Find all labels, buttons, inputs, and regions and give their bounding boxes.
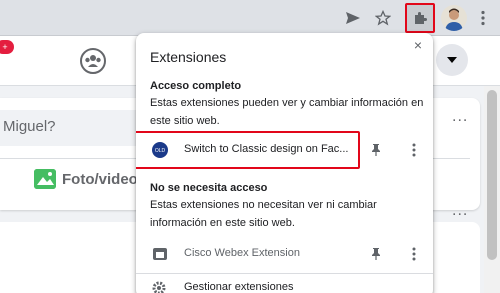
groups-icon[interactable] (79, 47, 107, 75)
send-icon[interactable] (341, 6, 365, 30)
manage-extensions-row[interactable]: Gestionar extensiones (136, 277, 433, 293)
no-access-description: Estas extensiones no necesitan ver ni ca… (150, 199, 377, 229)
pin-icon[interactable] (368, 246, 384, 262)
manage-extensions-label: Gestionar extensiones (184, 281, 294, 293)
caret-down-icon (447, 57, 457, 63)
extension-name: Cisco Webex Extension (184, 247, 300, 259)
highlight-box (136, 131, 360, 169)
account-menu-button[interactable] (436, 44, 468, 76)
close-icon[interactable]: × (408, 35, 428, 55)
browser-toolbar (0, 0, 500, 36)
bookmark-star-icon[interactable] (371, 6, 395, 30)
gear-icon (152, 281, 166, 293)
extensions-popup: Extensiones × Acceso completo Estas exte… (136, 33, 433, 293)
extension-row-webex[interactable]: Cisco Webex Extension (136, 235, 433, 273)
extensions-puzzle-icon[interactable] (405, 3, 435, 33)
photo-video-label[interactable]: Foto/video (62, 171, 138, 188)
composer-placeholder: Miguel? (3, 118, 56, 135)
no-access-heading: No se necesita acceso (150, 182, 268, 194)
pin-icon[interactable] (368, 142, 384, 158)
photo-video-icon[interactable] (34, 169, 56, 189)
chrome-menu-icon[interactable] (471, 6, 495, 30)
extension-more-icon[interactable] (404, 140, 424, 160)
scrollbar-thumb[interactable] (487, 90, 497, 260)
popup-divider (136, 273, 433, 274)
full-access-heading: Acceso completo (150, 80, 242, 92)
more-options-icon[interactable]: ... (452, 202, 468, 220)
extension-more-icon[interactable] (404, 244, 424, 264)
more-options-icon[interactable]: ... (452, 108, 468, 126)
notification-badge[interactable]: + (0, 40, 14, 54)
popup-title: Extensiones (150, 49, 227, 65)
profile-avatar[interactable] (441, 5, 467, 31)
full-access-description: Estas extensiones pueden ver y cambiar i… (150, 97, 424, 127)
webex-icon (152, 246, 168, 262)
